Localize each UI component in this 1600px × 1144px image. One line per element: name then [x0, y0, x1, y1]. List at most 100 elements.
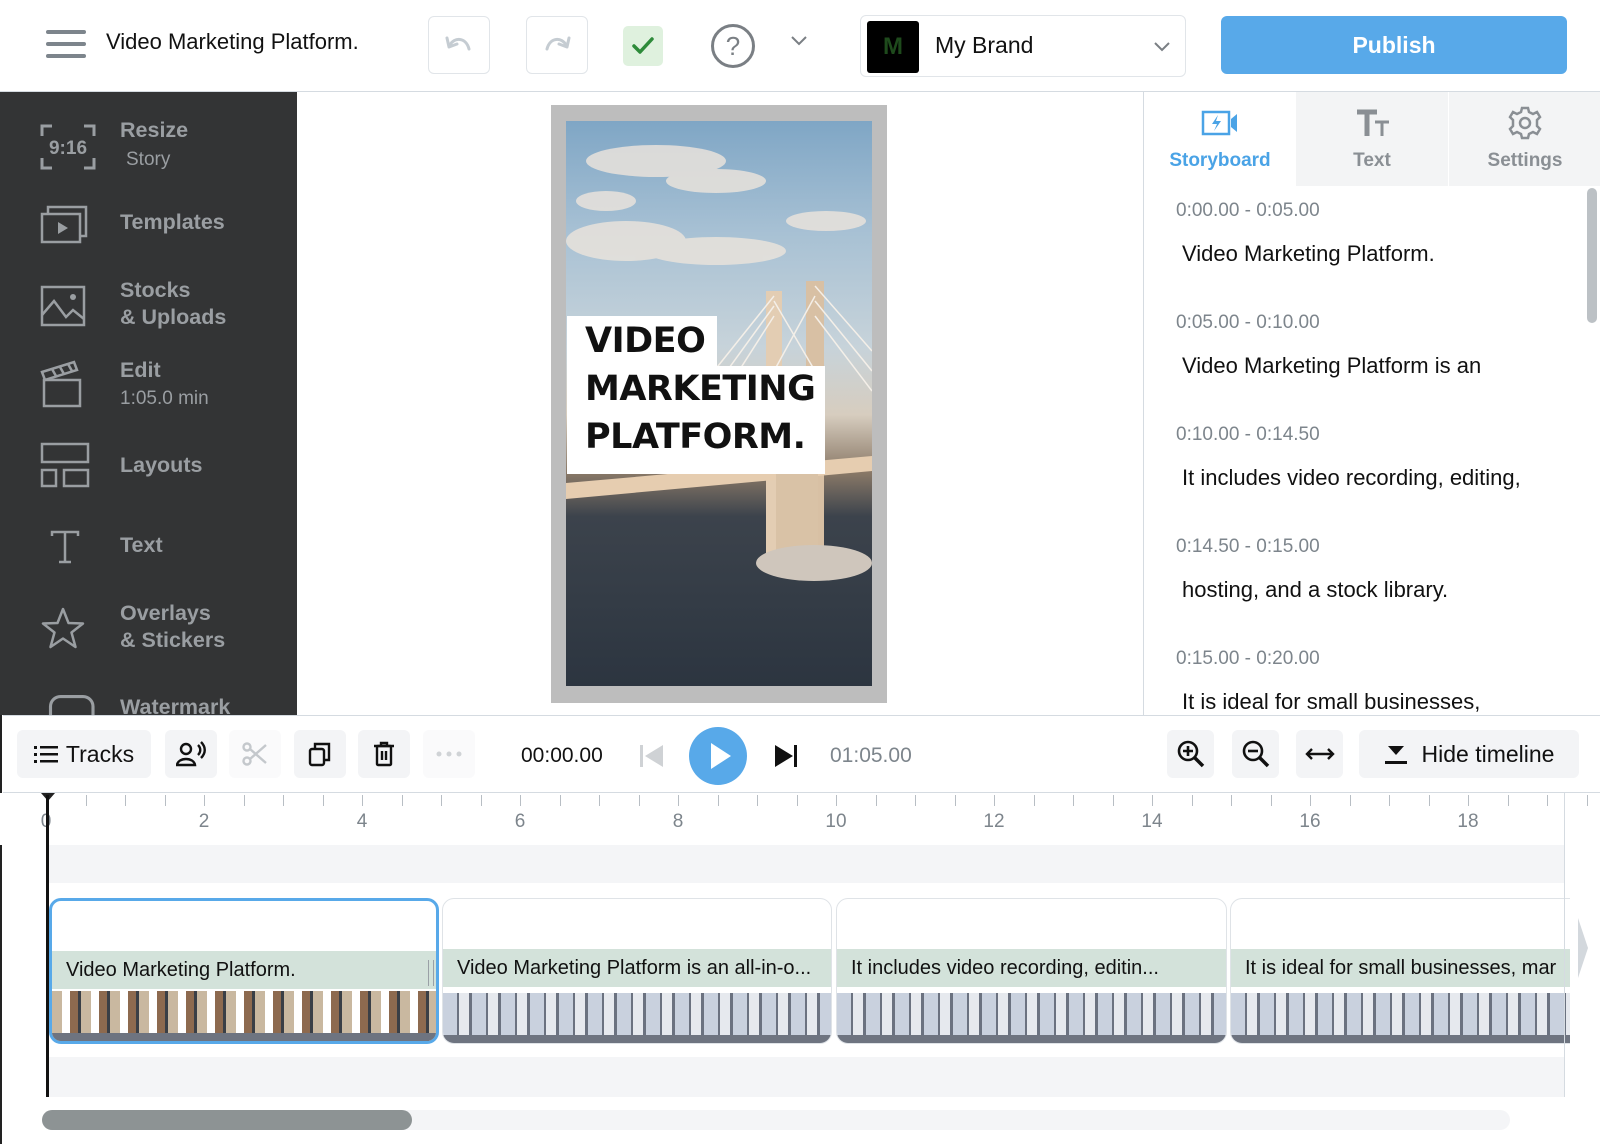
hamburger-icon[interactable]: [46, 30, 86, 58]
ruler-tick: [954, 795, 956, 806]
scene-time-range: 0:10.00 - 0:14.50: [1176, 424, 1320, 445]
hide-timeline-button[interactable]: Hide timeline: [1359, 730, 1579, 778]
more-options-button[interactable]: [423, 730, 475, 778]
sidebar-item-resize[interactable]: 9:16 Resize Story: [0, 112, 297, 192]
scene-clip-caption: Video Marketing Platform.: [52, 951, 436, 989]
timeline-scrollbar-thumb[interactable]: [42, 1110, 412, 1130]
text-icon: [50, 530, 80, 564]
playhead[interactable]: [46, 795, 49, 1097]
storyboard-scrollbar[interactable]: [1587, 188, 1597, 323]
sidebar-item-label: Edit: [120, 358, 161, 382]
trash-icon: [374, 741, 394, 767]
undo-icon: [445, 36, 471, 51]
sidebar-item-label: Templates: [120, 210, 225, 234]
fit-timeline-button[interactable]: [1296, 730, 1343, 778]
ruler-tick: [322, 795, 324, 806]
split-button[interactable]: [229, 730, 281, 778]
sidebar-item-label: Watermark: [120, 695, 231, 715]
empty-track: [48, 845, 1565, 883]
timeline-scene-clip[interactable]: It is ideal for small businesses, mar: [1230, 898, 1570, 1044]
skip-back-button[interactable]: [639, 744, 665, 773]
total-duration: 01:05.00: [830, 744, 912, 767]
video-caption-text[interactable]: VIDEO MARKETING PLATFORM.: [585, 317, 816, 461]
skip-back-icon: [640, 745, 663, 767]
timeline-scene-clip[interactable]: It includes video recording, editin...: [836, 898, 1227, 1044]
ruler-tick: [638, 795, 640, 806]
storyboard-item[interactable]: 0:10.00 - 0:14.50 It includes video reco…: [1144, 412, 1584, 524]
duplicate-icon: [308, 742, 331, 767]
collapse-down-icon: [1384, 746, 1407, 764]
tab-label: Settings: [1487, 150, 1563, 171]
gear-icon: [1508, 106, 1542, 140]
video-preview-frame[interactable]: VIDEO MARKETING PLATFORM.: [551, 105, 887, 703]
tab-label: Text: [1353, 150, 1391, 171]
scene-text[interactable]: It includes video recording, editing,: [1182, 465, 1521, 499]
ruler-tick: [204, 795, 205, 806]
help-button[interactable]: ?: [711, 24, 755, 68]
ruler-tick: [283, 795, 284, 806]
sidebar-item-text[interactable]: Text: [0, 524, 297, 604]
zoom-in-button[interactable]: [1167, 730, 1214, 778]
delete-button[interactable]: [358, 730, 410, 778]
scene-time-range: 0:00.00 - 0:05.00: [1176, 200, 1320, 221]
ruler-tick: [1310, 795, 1311, 806]
tab-text[interactable]: Text: [1296, 92, 1448, 186]
ruler-tick: [1033, 795, 1035, 806]
ruler-tick: [362, 795, 363, 806]
timeline-toolbar: Tracks 00:00.00 01:05.00 Hide timeline: [3, 715, 1600, 793]
ruler-tick: [599, 795, 600, 806]
sidebar-item-watermark[interactable]: Watermark: [0, 684, 297, 715]
ruler-label: 16: [1299, 811, 1321, 832]
brand-selector[interactable]: M My Brand: [860, 15, 1186, 77]
zoom-out-button[interactable]: [1232, 730, 1279, 778]
ruler-tick: [915, 795, 916, 806]
storyboard-item[interactable]: 0:00.00 - 0:05.00 Video Marketing Platfo…: [1144, 188, 1584, 300]
sidebar-item-layouts[interactable]: Layouts: [0, 442, 297, 522]
scene-clip-thumbnails: [837, 993, 1226, 1043]
scissors-icon: [242, 742, 267, 766]
sidebar-item-overlays-stickers[interactable]: Overlays & Stickers: [0, 598, 297, 678]
storyboard-item[interactable]: 0:14.50 - 0:15.00 hosting, and a stock l…: [1144, 524, 1584, 636]
tab-settings[interactable]: Settings: [1449, 92, 1600, 186]
redo-button[interactable]: [526, 16, 588, 74]
more-horizontal-icon: [436, 751, 462, 757]
sidebar-item-templates[interactable]: Templates: [0, 196, 297, 276]
sidebar-item-label: Stocks: [120, 278, 191, 302]
project-title[interactable]: Video Marketing Platform.: [106, 29, 359, 55]
ruler-tick: [994, 795, 995, 806]
scene-text[interactable]: Video Marketing Platform.: [1182, 241, 1435, 275]
sidebar-item-stocks-uploads[interactable]: Stocks & Uploads: [0, 276, 297, 356]
storyboard-item[interactable]: 0:05.00 - 0:10.00 Video Marketing Platfo…: [1144, 300, 1584, 412]
ruler-tick: [243, 795, 245, 806]
ruler-tick: [480, 795, 482, 806]
storyboard-item[interactable]: 0:15.00 - 0:20.00 It is ideal for small …: [1144, 636, 1584, 715]
scene-text[interactable]: Video Marketing Platform is an: [1182, 353, 1481, 387]
scene-text[interactable]: It is ideal for small businesses,: [1182, 689, 1480, 715]
ruler-tick: [1547, 795, 1548, 806]
undo-button[interactable]: [428, 16, 490, 74]
play-button[interactable]: [689, 727, 747, 785]
zoom-in-icon: [1177, 740, 1204, 768]
tracks-button[interactable]: Tracks: [17, 730, 151, 778]
ruler-tick: [796, 795, 798, 806]
voiceover-button[interactable]: [165, 730, 217, 778]
tab-storyboard[interactable]: Storyboard: [1144, 92, 1296, 186]
timeline-scroll-right-button[interactable]: [1576, 918, 1590, 983]
duplicate-button[interactable]: [294, 730, 346, 778]
sidebar-item-edit[interactable]: Edit 1:05.0 min: [0, 356, 297, 436]
scene-clip-caption: It includes video recording, editin...: [837, 949, 1226, 987]
sidebar-item-label: Layouts: [120, 453, 203, 477]
layouts-icon: [40, 442, 90, 488]
clip-resize-handle[interactable]: [428, 960, 434, 986]
zoom-out-icon: [1242, 740, 1269, 768]
skip-forward-button[interactable]: [773, 744, 799, 773]
timeline-ruler[interactable]: 024681012141618: [0, 793, 1588, 845]
canvas-area: VIDEO MARKETING PLATFORM.: [297, 92, 1143, 715]
timeline-scene-clip[interactable]: Video Marketing Platform.: [49, 898, 439, 1044]
svg-text:9:16: 9:16: [49, 138, 87, 159]
scene-text[interactable]: hosting, and a stock library.: [1182, 577, 1448, 611]
help-dropdown-chevron-icon[interactable]: [790, 34, 808, 52]
templates-icon: [40, 205, 88, 244]
timeline-scene-clip[interactable]: Video Marketing Platform is an all-in-o.…: [442, 898, 832, 1044]
publish-button[interactable]: Publish: [1221, 16, 1567, 74]
